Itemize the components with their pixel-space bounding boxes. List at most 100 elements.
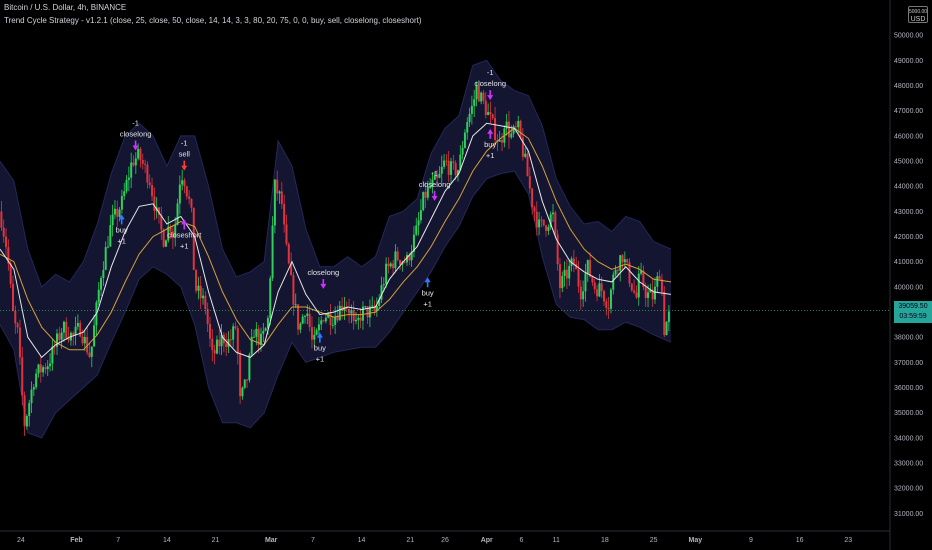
candle-body xyxy=(619,255,622,271)
candle-body xyxy=(88,352,91,357)
candle-body xyxy=(561,276,564,289)
candle-body xyxy=(466,122,469,133)
candle-body xyxy=(545,225,548,231)
candle-body xyxy=(552,212,555,215)
currency-button[interactable]: 5000.00 USD xyxy=(908,6,928,23)
price-tick-label: 41000.00 xyxy=(894,259,923,266)
candle-body xyxy=(623,259,626,263)
candle-body xyxy=(596,289,599,297)
candle-body xyxy=(519,120,522,138)
candle-body xyxy=(463,132,466,148)
signal-arrow-stem xyxy=(322,278,325,285)
candle-body xyxy=(364,306,367,308)
candle-body xyxy=(25,415,28,427)
candle-body xyxy=(473,99,476,106)
candle-body xyxy=(111,214,114,226)
candle-body xyxy=(392,263,395,269)
candle-body xyxy=(542,219,545,226)
candle-body xyxy=(487,112,490,116)
bar-countdown: 03:59:59 xyxy=(899,313,927,320)
candle-body xyxy=(589,260,592,277)
candle-body xyxy=(283,203,286,225)
candle-body xyxy=(637,273,640,298)
candle-body xyxy=(11,283,14,311)
candle-body xyxy=(647,292,650,298)
candle-body xyxy=(14,310,17,324)
candle-body xyxy=(18,327,21,358)
time-tick-label: 7 xyxy=(311,537,315,544)
candle-body xyxy=(35,373,38,388)
candle-body xyxy=(554,212,557,235)
candle-body xyxy=(234,326,237,329)
candle-body xyxy=(262,330,265,334)
signal-arrow-stem xyxy=(489,132,491,139)
signal-arrow-stem xyxy=(426,281,429,288)
signal-label: closelong xyxy=(474,79,506,88)
candle-body xyxy=(93,325,96,347)
candle-body xyxy=(313,334,316,340)
candle-body xyxy=(470,105,473,114)
candle-body xyxy=(39,364,42,373)
candle-body xyxy=(199,285,202,299)
candle-body xyxy=(134,158,137,166)
time-tick-label: 7 xyxy=(116,537,120,544)
signal-label: buy xyxy=(422,288,434,297)
candle-body xyxy=(253,336,256,338)
candle-body xyxy=(361,306,364,321)
candle-body xyxy=(334,316,337,325)
candle-body xyxy=(315,330,318,335)
candle-body xyxy=(116,208,119,217)
candle-body xyxy=(243,379,246,388)
candle-body xyxy=(665,322,668,336)
price-tick-label: 45000.00 xyxy=(894,159,923,166)
signal-label: closeshort xyxy=(167,230,202,239)
candle-body xyxy=(331,324,334,326)
candle-body xyxy=(130,162,133,178)
candle-body xyxy=(2,227,5,237)
candle-body xyxy=(215,339,218,354)
last-price-value: 39059.50 xyxy=(898,303,928,310)
candle-body xyxy=(531,188,534,208)
candle-body xyxy=(58,333,61,340)
candle-body xyxy=(151,185,154,197)
price-chart[interactable]: 31000.00 32000.00 33000.00 34000.00 35000.00… xyxy=(0,0,932,550)
candle-body xyxy=(452,161,455,163)
candle-body xyxy=(292,275,295,305)
signal-label: -1 xyxy=(431,169,438,178)
candle-body xyxy=(320,320,323,325)
candle-body xyxy=(123,191,126,197)
candle-body xyxy=(396,251,399,261)
candle-body xyxy=(533,207,536,212)
time-tick-label: 6 xyxy=(520,537,524,544)
candle-body xyxy=(371,305,374,307)
candle-body xyxy=(517,120,520,128)
candle-body xyxy=(280,191,283,204)
price-tick-label: 36000.00 xyxy=(894,385,923,392)
candle-body xyxy=(16,323,19,328)
candle-body xyxy=(563,269,566,277)
candle-body xyxy=(127,177,130,180)
candle-body xyxy=(338,305,341,321)
candle-body xyxy=(355,319,357,322)
candle-body xyxy=(202,295,205,299)
candle-body xyxy=(591,276,594,283)
candle-body xyxy=(602,290,605,302)
candle-body xyxy=(183,180,186,187)
price-tick-label: 37000.00 xyxy=(894,360,923,367)
candle-body xyxy=(663,291,666,336)
signal-label: closelong xyxy=(307,268,339,277)
candle-body xyxy=(621,255,624,263)
time-tick-label: 14 xyxy=(358,537,366,544)
signal-label: -1 xyxy=(487,68,494,77)
candle-body xyxy=(30,389,33,404)
candle-body xyxy=(271,225,274,279)
candle-body xyxy=(246,379,249,381)
candle-body xyxy=(598,283,601,297)
candle-body xyxy=(83,337,86,344)
signal-label: buy xyxy=(314,344,326,353)
candle-body xyxy=(81,336,84,344)
candle-body xyxy=(120,196,123,210)
time-tick-label: 24 xyxy=(17,537,25,544)
candle-body xyxy=(538,219,541,228)
last-price-badge: 39059.50 03:59:59 xyxy=(894,301,932,323)
